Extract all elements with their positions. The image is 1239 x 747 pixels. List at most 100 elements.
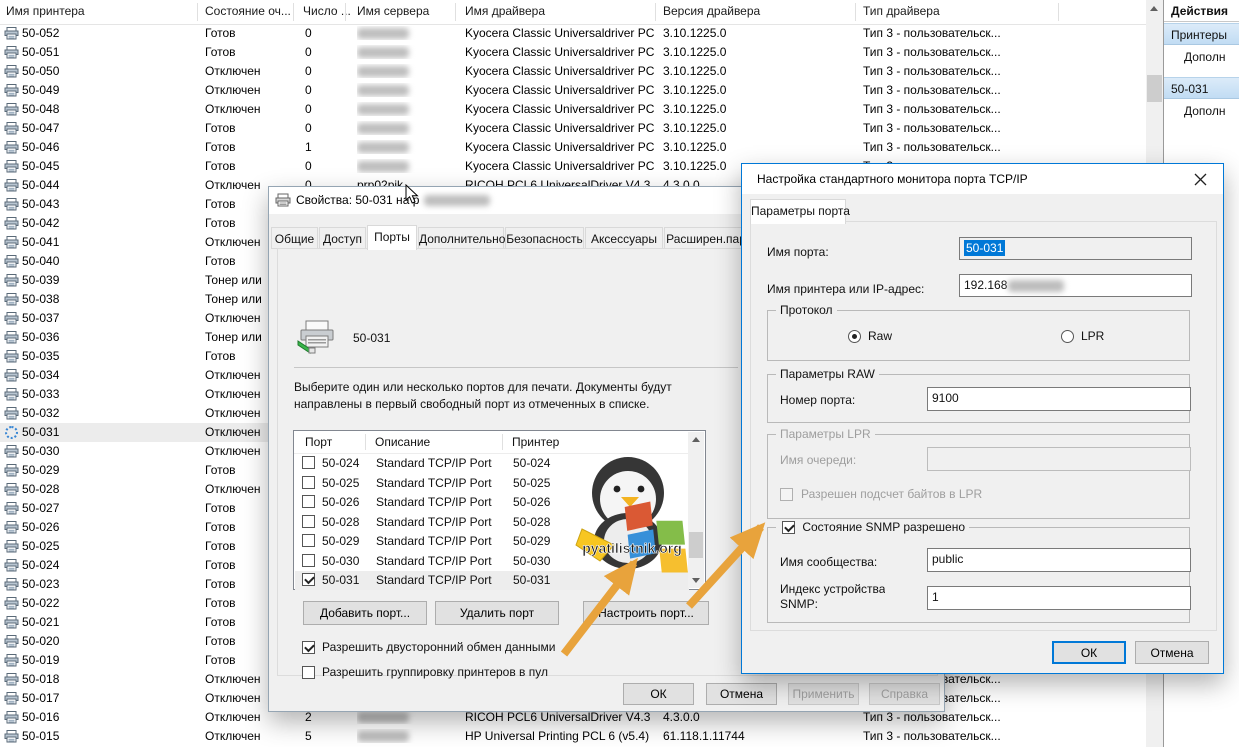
tcpip-port-monitor-dialog: Настройка стандартного монитора порта TC…: [741, 163, 1224, 674]
tab-порты[interactable]: Порты: [367, 225, 417, 250]
col-description[interactable]: Описание: [375, 435, 430, 449]
printer-row[interactable]: 50-046Готов1Kyocera Classic Universaldri…: [0, 138, 1146, 157]
column-separator[interactable]: [345, 3, 346, 21]
printer-row[interactable]: 50-015Отключен5HP Universal Printing PCL…: [0, 727, 1146, 746]
printer-row[interactable]: 50-047Готов0Kyocera Classic Universaldri…: [0, 119, 1146, 138]
port-description: Standard TCP/IP Port: [376, 495, 492, 509]
add-port-button[interactable]: Добавить порт...: [303, 601, 427, 625]
printer-row[interactable]: 50-052Готов0Kyocera Classic Universaldri…: [0, 24, 1146, 43]
props-cancel-button[interactable]: Отмена: [706, 683, 777, 705]
actions-item-принтеры[interactable]: Принтеры: [1164, 23, 1239, 45]
tab-безопасность[interactable]: Безопасность: [505, 227, 584, 249]
printer-name: 50-052: [22, 26, 142, 40]
snmp-index-label-line2: SNMP:: [780, 597, 818, 611]
printer-icon: [4, 141, 19, 154]
raw-group-label: Параметры RAW: [776, 367, 879, 381]
lpr-queue-field: [927, 447, 1191, 471]
jobs-count: 0: [305, 102, 345, 116]
pm-titlebar[interactable]: Настройка стандартного монитора порта TC…: [742, 164, 1223, 194]
configure-port-button[interactable]: Настроить порт...: [583, 601, 709, 625]
close-icon[interactable]: [1183, 166, 1217, 193]
printer-name: 50-045: [22, 159, 142, 173]
port-printer: 50-031: [513, 573, 550, 587]
queue-status: Готов: [205, 26, 293, 40]
port-name-field[interactable]: 50-031: [959, 237, 1192, 260]
printer-row[interactable]: 50-049Отключен0Kyocera Classic Universal…: [0, 81, 1146, 100]
protocol-group-label: Протокол: [776, 303, 837, 317]
column-separator[interactable]: [1058, 3, 1059, 21]
printer-icon: [4, 179, 19, 192]
column-header[interactable]: Имя принтера: [6, 4, 85, 18]
printer-name: 50-015: [22, 729, 142, 743]
port-checkbox[interactable]: [302, 534, 315, 547]
column-header[interactable]: Версия драйвера: [663, 4, 760, 18]
printer-pooling-checkbox[interactable]: [302, 666, 315, 679]
port-checkbox[interactable]: [302, 515, 315, 528]
port-checkbox[interactable]: [302, 573, 315, 586]
printer-icon: [4, 312, 19, 325]
community-field[interactable]: public: [927, 548, 1191, 572]
printer-icon: [4, 388, 19, 401]
printer-name: 50-025: [22, 539, 142, 553]
lpr-radio[interactable]: [1061, 330, 1074, 343]
column-header[interactable]: Имя драйвера: [465, 4, 545, 18]
driver-name: Kyocera Classic Universaldriver PC...: [465, 121, 655, 135]
tab-дополнительно[interactable]: Дополнительно: [418, 227, 504, 249]
jobs-count: 0: [305, 159, 345, 173]
printer-row[interactable]: 50-050Отключен0Kyocera Classic Universal…: [0, 62, 1146, 81]
port-name: 50-030: [322, 554, 359, 568]
snmp-index-field[interactable]: 1: [927, 586, 1191, 610]
jobs-count: 1: [305, 140, 345, 154]
tab-общие[interactable]: Общие: [271, 227, 318, 249]
tab-расширен-пар[interactable]: Расширен.пар: [664, 227, 748, 249]
redacted-server-name: [357, 731, 409, 742]
port-checkbox[interactable]: [302, 476, 315, 489]
column-separator[interactable]: [455, 3, 456, 21]
column-separator[interactable]: [197, 3, 198, 21]
column-header[interactable]: Имя сервера: [357, 4, 429, 18]
port-checkbox[interactable]: [302, 495, 315, 508]
scroll-up-icon[interactable]: [1150, 6, 1158, 11]
lpr-settings-group: Параметры LPR Имя очереди: Разрешен подс…: [767, 434, 1190, 519]
port-checkbox[interactable]: [302, 456, 315, 469]
column-separator[interactable]: [855, 3, 856, 21]
actions-item-дополн[interactable]: Дополн: [1164, 46, 1239, 68]
printer-row[interactable]: 50-051Готов0Kyocera Classic Universaldri…: [0, 43, 1146, 62]
column-separator[interactable]: [293, 3, 294, 21]
col-printer[interactable]: Принтер: [512, 435, 559, 449]
jobs-count: 2: [305, 710, 345, 724]
printer-icon: [4, 559, 19, 572]
column-header[interactable]: Тип драйвера: [863, 4, 940, 18]
delete-port-button[interactable]: Удалить порт: [435, 601, 559, 625]
printer-icon: [4, 616, 19, 629]
column-header[interactable]: Состояние оч...: [205, 4, 291, 18]
pm-ok-button[interactable]: ОК: [1052, 641, 1126, 664]
raw-radio[interactable]: [848, 330, 861, 343]
column-header[interactable]: Число ...: [303, 4, 351, 18]
tab-аксессуары[interactable]: Аксессуары: [585, 227, 663, 249]
printer-icon: [4, 274, 19, 287]
port-checkbox[interactable]: [302, 554, 315, 567]
printer-row[interactable]: 50-048Отключен0Kyocera Classic Universal…: [0, 100, 1146, 119]
printer-icon: [4, 502, 19, 515]
port-name: 50-024: [322, 456, 359, 470]
actions-item-50-031[interactable]: 50-031: [1164, 77, 1239, 99]
printer-icon: [4, 198, 19, 211]
bidirectional-checkbox[interactable]: [302, 641, 315, 654]
scroll-up-icon[interactable]: [692, 437, 700, 442]
raw-port-field[interactable]: 9100: [927, 387, 1191, 411]
actions-item-дополн[interactable]: Дополн: [1164, 100, 1239, 122]
tab-port-parameters[interactable]: Параметры порта: [750, 199, 846, 224]
scrollbar-thumb[interactable]: [1147, 75, 1162, 102]
props-ok-button[interactable]: ОК: [623, 683, 694, 705]
printer-ip-field[interactable]: 192.168: [959, 274, 1192, 297]
port-description: Standard TCP/IP Port: [376, 573, 492, 587]
pm-cancel-button[interactable]: Отмена: [1135, 641, 1209, 664]
col-port[interactable]: Порт: [305, 435, 332, 449]
tab-доступ[interactable]: Доступ: [319, 227, 366, 249]
column-separator[interactable]: [655, 3, 656, 21]
snmp-enabled-checkbox[interactable]: [782, 521, 795, 534]
props-printer-name: 50-031: [353, 331, 390, 345]
printer-icon: [4, 103, 19, 116]
divider: [294, 367, 738, 368]
